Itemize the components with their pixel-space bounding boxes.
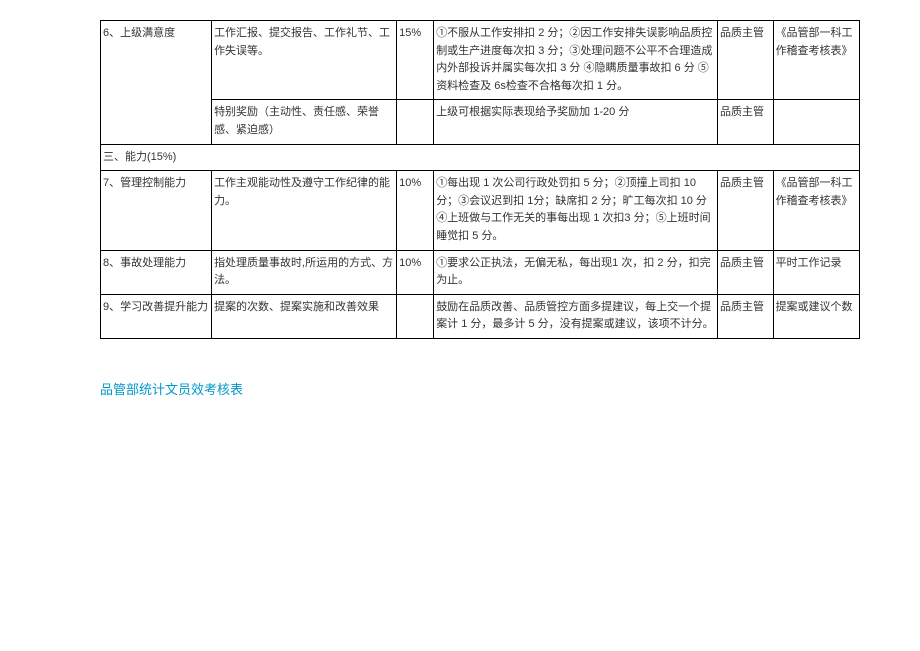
item-source: 《品管部一科工作稽查考核表》 bbox=[773, 21, 859, 100]
item-source: 平时工作记录 bbox=[773, 250, 859, 294]
item-desc: 特别奖励（主动性、责任感、荣誉感、紧迫感） bbox=[212, 100, 397, 144]
footer-link[interactable]: 品管部统计文员效考核表 bbox=[100, 379, 900, 398]
item-label: 9、学习改善提升能力 bbox=[101, 294, 212, 338]
section-title: 三、能力(15%) bbox=[101, 144, 860, 171]
item-label: 8、事故处理能力 bbox=[101, 250, 212, 294]
item-person: 品质主管 bbox=[718, 21, 774, 100]
item-person: 品质主管 bbox=[718, 100, 774, 144]
item-person: 品质主管 bbox=[718, 171, 774, 250]
item-weight bbox=[397, 294, 434, 338]
item-person: 品质主管 bbox=[718, 294, 774, 338]
item-weight bbox=[397, 100, 434, 144]
item-criteria: 鼓励在品质改善、品质管控方面多提建议，每上交一个提案计 1 分，最多计 5 分，… bbox=[434, 294, 718, 338]
table-row: 6、上级满意度 工作汇报、提交报告、工作礼节、工作失误等。 15% ①不服从工作… bbox=[101, 21, 860, 100]
assessment-table: 6、上级满意度 工作汇报、提交报告、工作礼节、工作失误等。 15% ①不服从工作… bbox=[100, 20, 860, 339]
item-desc: 工作汇报、提交报告、工作礼节、工作失误等。 bbox=[212, 21, 397, 100]
table-row: 8、事故处理能力 指处理质量事故时,所运用的方式、方法。 10% ①要求公正执法… bbox=[101, 250, 860, 294]
table-row: 9、学习改善提升能力 提案的次数、提案实施和改善效果 鼓励在品质改善、品质管控方… bbox=[101, 294, 860, 338]
table-row: 7、管理控制能力 工作主观能动性及遵守工作纪律的能力。 10% ①每出现 1 次… bbox=[101, 171, 860, 250]
item-criteria: ①不服从工作安排扣 2 分；②因工作安排失误影响品质控制或生产进度每次扣 3 分… bbox=[434, 21, 718, 100]
item-label: 6、上级满意度 bbox=[101, 21, 212, 145]
item-weight: 10% bbox=[397, 250, 434, 294]
item-weight: 10% bbox=[397, 171, 434, 250]
item-criteria: 上级可根据实际表现给予奖励加 1-20 分 bbox=[434, 100, 718, 144]
item-label: 7、管理控制能力 bbox=[101, 171, 212, 250]
item-weight: 15% bbox=[397, 21, 434, 100]
item-criteria: ①每出现 1 次公司行政处罚扣 5 分；②顶撞上司扣 10 分；③会议迟到扣 1… bbox=[434, 171, 718, 250]
item-criteria: ①要求公正执法，无偏无私，每出现1 次，扣 2 分，扣完为止。 bbox=[434, 250, 718, 294]
item-desc: 指处理质量事故时,所运用的方式、方法。 bbox=[212, 250, 397, 294]
item-desc: 提案的次数、提案实施和改善效果 bbox=[212, 294, 397, 338]
item-source: 《品管部一科工作稽查考核表》 bbox=[773, 171, 859, 250]
item-person: 品质主管 bbox=[718, 250, 774, 294]
item-source bbox=[773, 100, 859, 144]
item-desc: 工作主观能动性及遵守工作纪律的能力。 bbox=[212, 171, 397, 250]
item-source: 提案或建议个数 bbox=[773, 294, 859, 338]
section-header-row: 三、能力(15%) bbox=[101, 144, 860, 171]
table-row: 特别奖励（主动性、责任感、荣誉感、紧迫感） 上级可根据实际表现给予奖励加 1-2… bbox=[101, 100, 860, 144]
